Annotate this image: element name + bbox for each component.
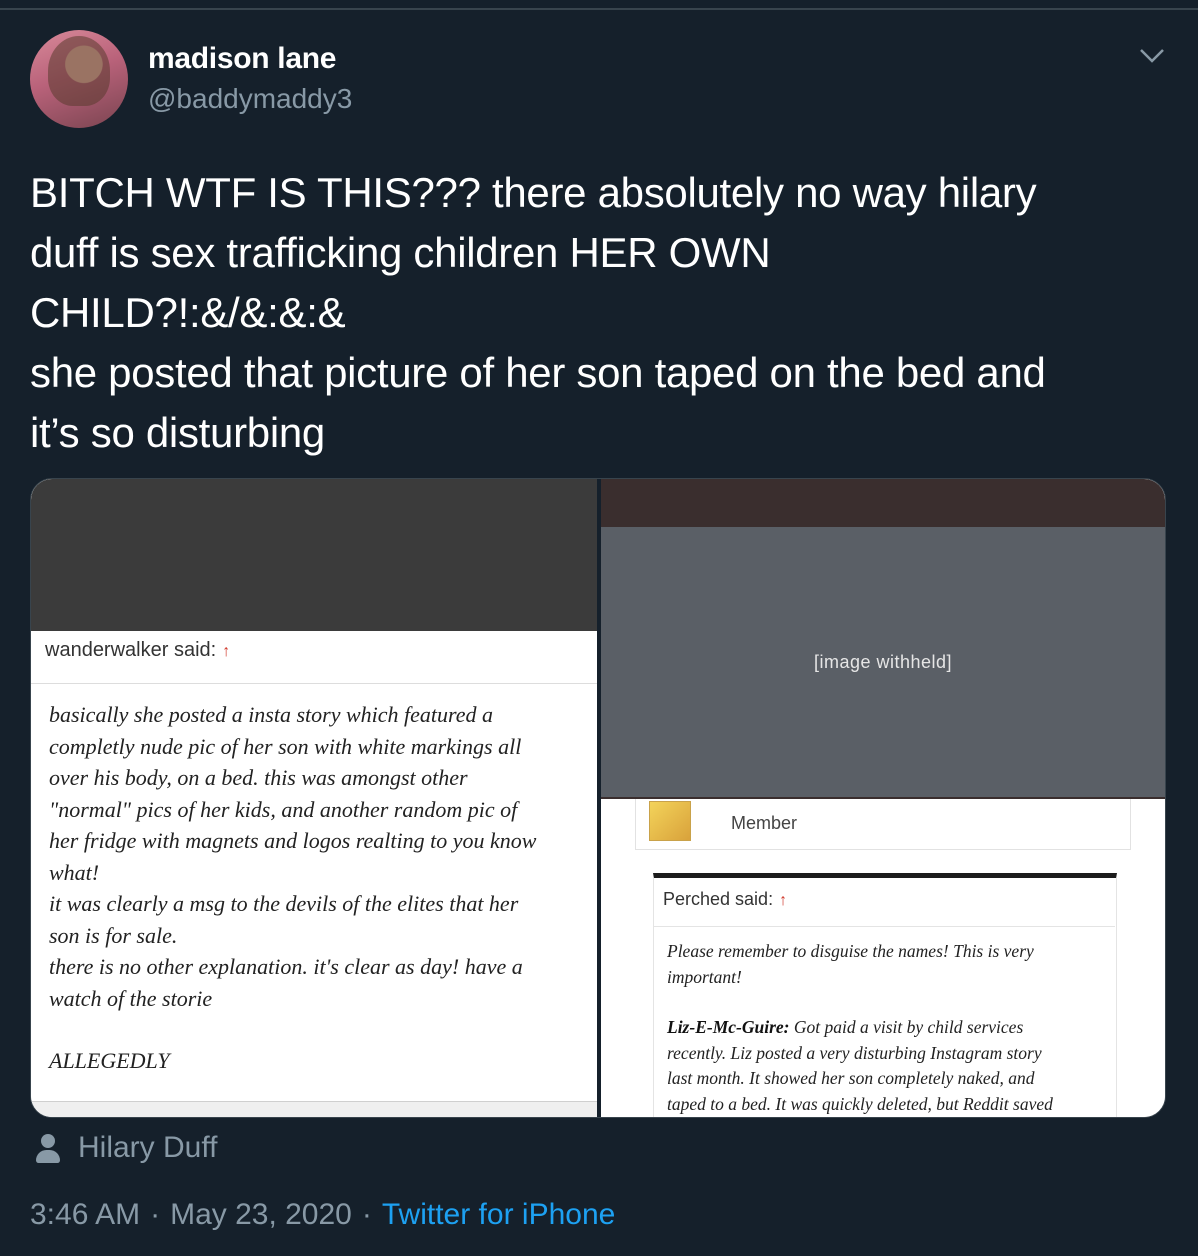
post-line: it was clearly a msg to the devils of th… (49, 891, 519, 916)
tweet-time[interactable]: 3:46 AM (30, 1198, 140, 1231)
tweet-source-link[interactable]: Twitter for iPhone (382, 1198, 615, 1231)
post-closing: ALLEGEDLY (49, 1048, 170, 1073)
forum-screenshot-left[interactable]: wanderwalker said: ↑ basically she posted… (31, 479, 597, 1117)
notice-line: important! (667, 966, 742, 987)
tagged-person[interactable]: Hilary Duff (36, 1128, 217, 1168)
forum-quote-text: Please remember to disguise the names! T… (667, 939, 1107, 1117)
said-label: wanderwalker said: ↑ (45, 639, 231, 661)
post-line: her fridge with magnets and logos realti… (49, 828, 537, 853)
tweet-line: CHILD?!:&/&:&:& (30, 289, 346, 336)
post-line: watch of the storie (49, 985, 213, 1011)
person-icon (36, 1132, 60, 1164)
top-divider (0, 8, 1198, 10)
forum-post-text: basically she posted a insta story which… (49, 699, 589, 1077)
avatar[interactable] (30, 30, 128, 128)
post-line: son is for sale. (49, 922, 178, 948)
forum-screenshot-right[interactable]: [image withheld] Member Perched said: ↑ P… (601, 479, 1165, 1117)
tweet-meta: 3:46 AM · May 23, 2020 · Twitter for iPhone (30, 1198, 616, 1231)
chevron-down-icon[interactable] (1138, 46, 1166, 66)
post-line: completly nude pic of her son with white… (49, 733, 522, 759)
tweet-line: she posted that picture of her son taped… (30, 349, 1046, 396)
tagged-person-name[interactable]: Hilary Duff (78, 1131, 217, 1165)
author-handle[interactable]: @baddymaddy3 (148, 83, 352, 115)
post-line: over his body, on a bed. this was amongs… (49, 765, 468, 790)
tweet-line: BITCH WTF IS THIS??? there absolutely no… (30, 169, 1037, 216)
member-label: Member (731, 813, 798, 833)
tweet-line: it’s so disturbing (30, 409, 325, 456)
quote-line: Got paid a visit by child services (789, 1017, 1024, 1037)
tweet-text: BITCH WTF IS THIS??? there absolutely no… (30, 163, 1150, 463)
quote-line: taped to a bed. It was quickly deleted, … (667, 1093, 1053, 1114)
quote-line: recently. Liz posted a very disturbing I… (667, 1042, 1042, 1063)
tweet-date[interactable]: May 23, 2020 (170, 1198, 352, 1231)
post-line: basically she posted a insta story which… (49, 702, 494, 727)
media-grid[interactable]: wanderwalker said: ↑ basically she posted… (30, 478, 1166, 1118)
post-line: what! (49, 859, 100, 885)
post-line: there is no other explanation. it's clea… (49, 954, 523, 979)
quote-author: Liz-E-Mc-Guire: (667, 1017, 790, 1037)
quote-line: last month. It showed her son completely… (667, 1068, 1035, 1088)
author-name[interactable]: madison lane (148, 42, 336, 76)
said-label: Perched said: ↑ (663, 889, 788, 909)
tweet-line: duff is sex trafficking children HER OWN (30, 229, 771, 276)
member-avatar (649, 801, 691, 841)
notice-line: Please remember to disguise the names! T… (667, 941, 1034, 961)
post-line: "normal" pics of her kids, and another r… (49, 796, 518, 822)
arrow-up-icon: ↑ (222, 643, 231, 660)
withheld-image-placeholder: [image withheld] (601, 527, 1165, 797)
arrow-up-icon: ↑ (779, 892, 788, 909)
